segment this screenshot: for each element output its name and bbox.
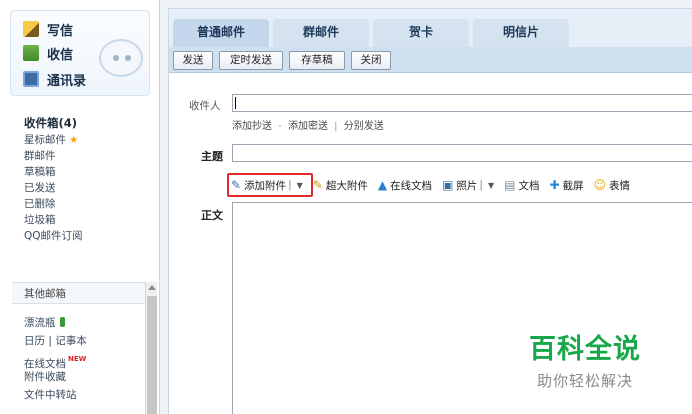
emoji-label: 表情 <box>609 179 631 192</box>
large-attachment-button[interactable]: ✎ 超大附件 <box>313 178 368 193</box>
left-sidebar: 写信 收信 通讯录 收件箱(4) 星标邮件 ★ 群邮件 草稿箱 已发送 已删除 垃… <box>0 0 160 414</box>
emoji-button[interactable]: ☺ 表情 <box>594 178 631 193</box>
recipient-label: 收件人 <box>189 100 221 112</box>
photo-button[interactable]: ▣ 照片 | ▼ <box>442 178 494 193</box>
link-pipe: | <box>334 121 338 132</box>
subject-input[interactable] <box>232 144 692 162</box>
inbox-download-icon <box>23 45 39 61</box>
subject-label: 主题 <box>201 150 223 163</box>
separate-send-link[interactable]: 分别发送 <box>344 121 384 132</box>
bottle-icon <box>59 317 65 327</box>
add-cc-link[interactable]: 添加抄送 <box>232 121 272 132</box>
online-doc-icon: ▲ <box>377 178 388 192</box>
watermark: 百科全说 助你轻松解决 <box>515 327 655 391</box>
compose-panel: 普通邮件 群邮件 贺卡 明信片 发送 定时发送 存草稿 关闭 收件人 添加抄送 … <box>168 8 692 414</box>
tab-greeting-card[interactable]: 贺卡 <box>373 19 469 47</box>
tab-postcard[interactable]: 明信片 <box>473 19 569 47</box>
watermark-subtitle: 助你轻松解决 <box>536 372 633 390</box>
watermark-title: 百科全说 <box>529 334 641 365</box>
new-badge: NEW <box>68 355 87 363</box>
highlight-box <box>227 173 313 197</box>
folder-group[interactable]: 群邮件 <box>24 148 154 164</box>
save-draft-button[interactable]: 存草稿 <box>289 51 345 70</box>
pencil-icon <box>23 21 39 37</box>
quick-actions-panel: 写信 收信 通讯录 <box>10 10 150 96</box>
address-book-icon <box>23 71 39 87</box>
smiley-icon: ☺ <box>593 178 607 192</box>
photo-chevron-down-icon[interactable]: ▼ <box>488 181 494 190</box>
contacts-button[interactable]: 通讯录 <box>23 69 86 89</box>
add-bcc-link[interactable]: 添加密送 <box>288 121 328 132</box>
close-button[interactable]: 关闭 <box>351 51 391 70</box>
body-label: 正文 <box>201 209 223 222</box>
drift-bottle-label: 漂流瓶 <box>24 317 56 329</box>
document-button[interactable]: ▤ 文档 <box>504 178 539 193</box>
scroll-up-arrow-icon[interactable] <box>148 285 156 290</box>
folder-drafts[interactable]: 草稿箱 <box>24 164 154 180</box>
sidebar-scrollbar[interactable] <box>145 282 157 414</box>
folder-inbox[interactable]: 收件箱(4) <box>24 114 154 132</box>
mail-app: 写信 收信 通讯录 收件箱(4) 星标邮件 ★ 群邮件 草稿箱 已发送 已删除 垃… <box>0 0 692 414</box>
send-button[interactable]: 发送 <box>173 51 213 70</box>
compose-tabs: 普通邮件 群邮件 贺卡 明信片 <box>169 9 692 47</box>
file-transfer-link[interactable]: 文件中转站 <box>24 386 144 404</box>
online-document-label: 在线文档 <box>390 179 433 192</box>
tab-normal-mail[interactable]: 普通邮件 <box>173 19 269 47</box>
online-document-button[interactable]: ▲ 在线文档 <box>378 178 432 193</box>
folder-starred-label: 星标邮件 <box>24 134 66 146</box>
contacts-label: 通讯录 <box>47 73 87 89</box>
drift-bottle-link[interactable]: 漂流瓶 <box>24 314 144 332</box>
photo-label: 照片 <box>456 179 478 192</box>
tab-group-mail[interactable]: 群邮件 <box>273 19 369 47</box>
screenshot-icon: ✚ <box>549 178 560 192</box>
write-label: 写信 <box>47 23 74 39</box>
document-icon: ▤ <box>504 178 516 192</box>
link-dash: - <box>278 121 282 132</box>
folder-deleted[interactable]: 已删除 <box>24 196 154 212</box>
photo-divider: | <box>479 179 483 191</box>
mascot-icon <box>99 39 143 77</box>
scroll-thumb[interactable] <box>147 296 157 414</box>
document-label: 文档 <box>518 179 540 192</box>
large-attachment-label: 超大附件 <box>325 179 368 192</box>
attachment-favorites-link[interactable]: 附件收藏 <box>24 368 144 386</box>
write-mail-button[interactable]: 写信 <box>23 19 73 39</box>
gold-paperclip-icon: ✎ <box>312 178 323 192</box>
folder-trash[interactable]: 垃圾箱 <box>24 212 154 228</box>
schedule-send-button[interactable]: 定时发送 <box>219 51 283 70</box>
receive-label: 收信 <box>47 47 74 63</box>
star-icon: ★ <box>69 134 79 146</box>
extras-list: 漂流瓶 日历 | 记事本 在线文档 NEW 附件收藏 文件中转站 <box>24 314 144 404</box>
folder-sent[interactable]: 已发送 <box>24 180 154 196</box>
online-docs-link[interactable]: 在线文档 NEW <box>24 350 144 370</box>
text-caret <box>235 97 236 109</box>
other-mailboxes-header[interactable]: 其他邮箱 <box>12 282 145 304</box>
screenshot-button[interactable]: ✚ 截屏 <box>549 178 583 193</box>
screenshot-label: 截屏 <box>562 179 584 192</box>
receive-mail-button[interactable]: 收信 <box>23 43 73 63</box>
calendar-notes-link[interactable]: 日历 | 记事本 <box>24 332 144 350</box>
recipient-input[interactable] <box>232 94 692 112</box>
photo-icon: ▣ <box>442 178 454 192</box>
compose-toolbar: 发送 定时发送 存草稿 关闭 <box>169 47 692 73</box>
folder-list: 收件箱(4) 星标邮件 ★ 群邮件 草稿箱 已发送 已删除 垃圾箱 QQ邮件订阅 <box>24 114 154 244</box>
recipient-links: 添加抄送 - 添加密送 | 分别发送 <box>232 117 384 132</box>
folder-subscriptions[interactable]: QQ邮件订阅 <box>24 228 154 244</box>
folder-starred[interactable]: 星标邮件 ★ <box>24 132 154 148</box>
